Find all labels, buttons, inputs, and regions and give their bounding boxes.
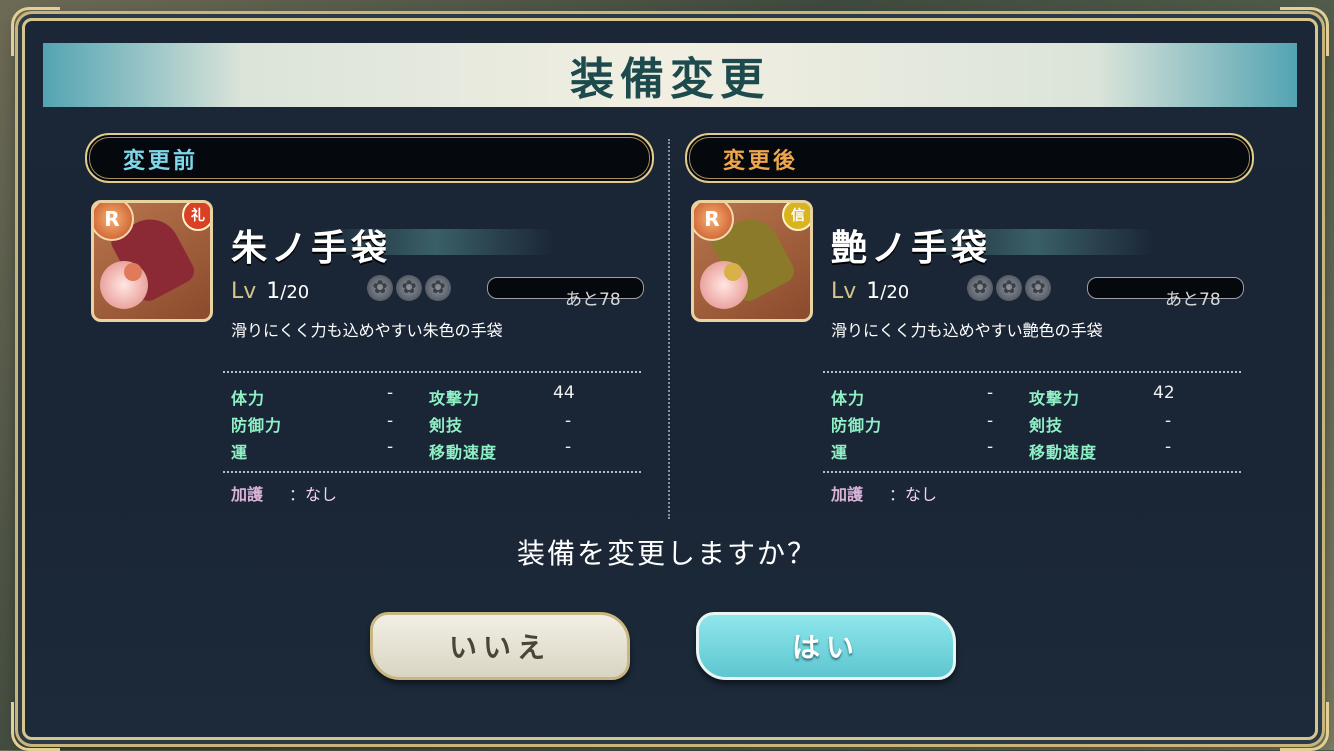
after-header-label: 変更後 [723,148,799,174]
stat-value: - [565,437,572,457]
stat-value: - [1165,437,1172,457]
stat-divider [823,371,1241,373]
kago-label: 加護 [231,485,264,504]
stat-value: - [387,411,394,431]
type-badge-icon: 礼 [182,203,210,231]
confirm-question: 装備を変更しますか？ [516,537,817,570]
yes-button[interactable]: はい [696,612,956,680]
stat-value: - [565,411,572,431]
stat-label: 剣技 [1029,416,1064,435]
level-label: Lv [831,279,857,304]
no-button[interactable]: いいえ [370,612,630,680]
dialog-title-bar: 装備変更 [43,43,1297,107]
stat-label: 剣技 [429,416,464,435]
stat-label: 運 [231,443,249,462]
flower-gem-icon: ✿ [396,275,422,301]
stat-label: 体力 [831,389,866,408]
dialog-title: 装備変更 [570,54,770,105]
flower-gem-icon: ✿ [1025,275,1051,301]
flower-gem-icon: ✿ [996,275,1022,301]
stat-value: - [987,411,994,431]
stat-label: 運 [831,443,849,462]
after-header: 変更後 [685,133,1254,183]
level-label: Lv [231,279,257,304]
flower-gem-icon: ✿ [425,275,451,301]
stat-divider [823,471,1241,473]
flower-gem-icon: ✿ [967,275,993,301]
kago-value: ：なし [889,485,938,504]
stat-divider [223,471,641,473]
before-header: 変更前 [85,133,654,183]
stat-label: 防御力 [231,416,283,435]
before-exp-label: あと78 [565,290,621,310]
after-gem-slots: ✿ ✿ ✿ [967,275,1051,301]
before-item-name: 朱ノ手袋 [231,227,392,269]
level-max: /20 [880,282,910,303]
flower-gem-icon: ✿ [367,275,393,301]
stat-label: 移動速度 [429,443,498,462]
after-item-icon[interactable]: R 信 [691,200,813,322]
after-exp-label: あと78 [1165,290,1221,310]
after-level: Lv 1/20 [831,279,909,304]
before-level: Lv 1/20 [231,279,309,304]
before-description: 滑りにくく力も込めやすい朱色の手袋 [231,321,503,340]
before-item-icon[interactable]: R 礼 [91,200,213,322]
stat-value: - [387,383,394,403]
kago-value: ：なし [289,485,338,504]
ornament-corner [11,702,60,751]
stat-label: 体力 [231,389,266,408]
level-value: 1 [866,279,881,304]
stat-label: 防御力 [831,416,883,435]
stat-value: - [987,383,994,403]
glove-tassel [724,263,742,281]
stat-value: - [387,437,394,457]
after-description: 滑りにくく力も込めやすい艶色の手袋 [831,321,1103,340]
level-max: /20 [280,282,310,303]
stat-value: 42 [1153,383,1175,403]
stat-value: - [987,437,994,457]
glove-tassel [124,263,142,281]
stat-label: 攻撃力 [429,389,481,408]
ornament-corner [1280,702,1329,751]
panel-divider [668,139,670,519]
stat-label: 移動速度 [1029,443,1098,462]
level-value: 1 [266,279,281,304]
type-badge-icon: 信 [782,203,810,231]
after-item-name: 艶ノ手袋 [831,227,992,269]
stat-value: - [1165,411,1172,431]
stat-label: 攻撃力 [1029,389,1081,408]
stat-divider [223,371,641,373]
equipment-change-dialog: 装備変更 変更前 R 礼 朱ノ手袋 Lv 1/20 ✿ ✿ ✿ あと78 滑りにく… [11,7,1329,751]
stat-value: 44 [553,383,575,403]
kago-label: 加護 [831,485,864,504]
before-header-label: 変更前 [123,148,199,174]
before-gem-slots: ✿ ✿ ✿ [367,275,451,301]
